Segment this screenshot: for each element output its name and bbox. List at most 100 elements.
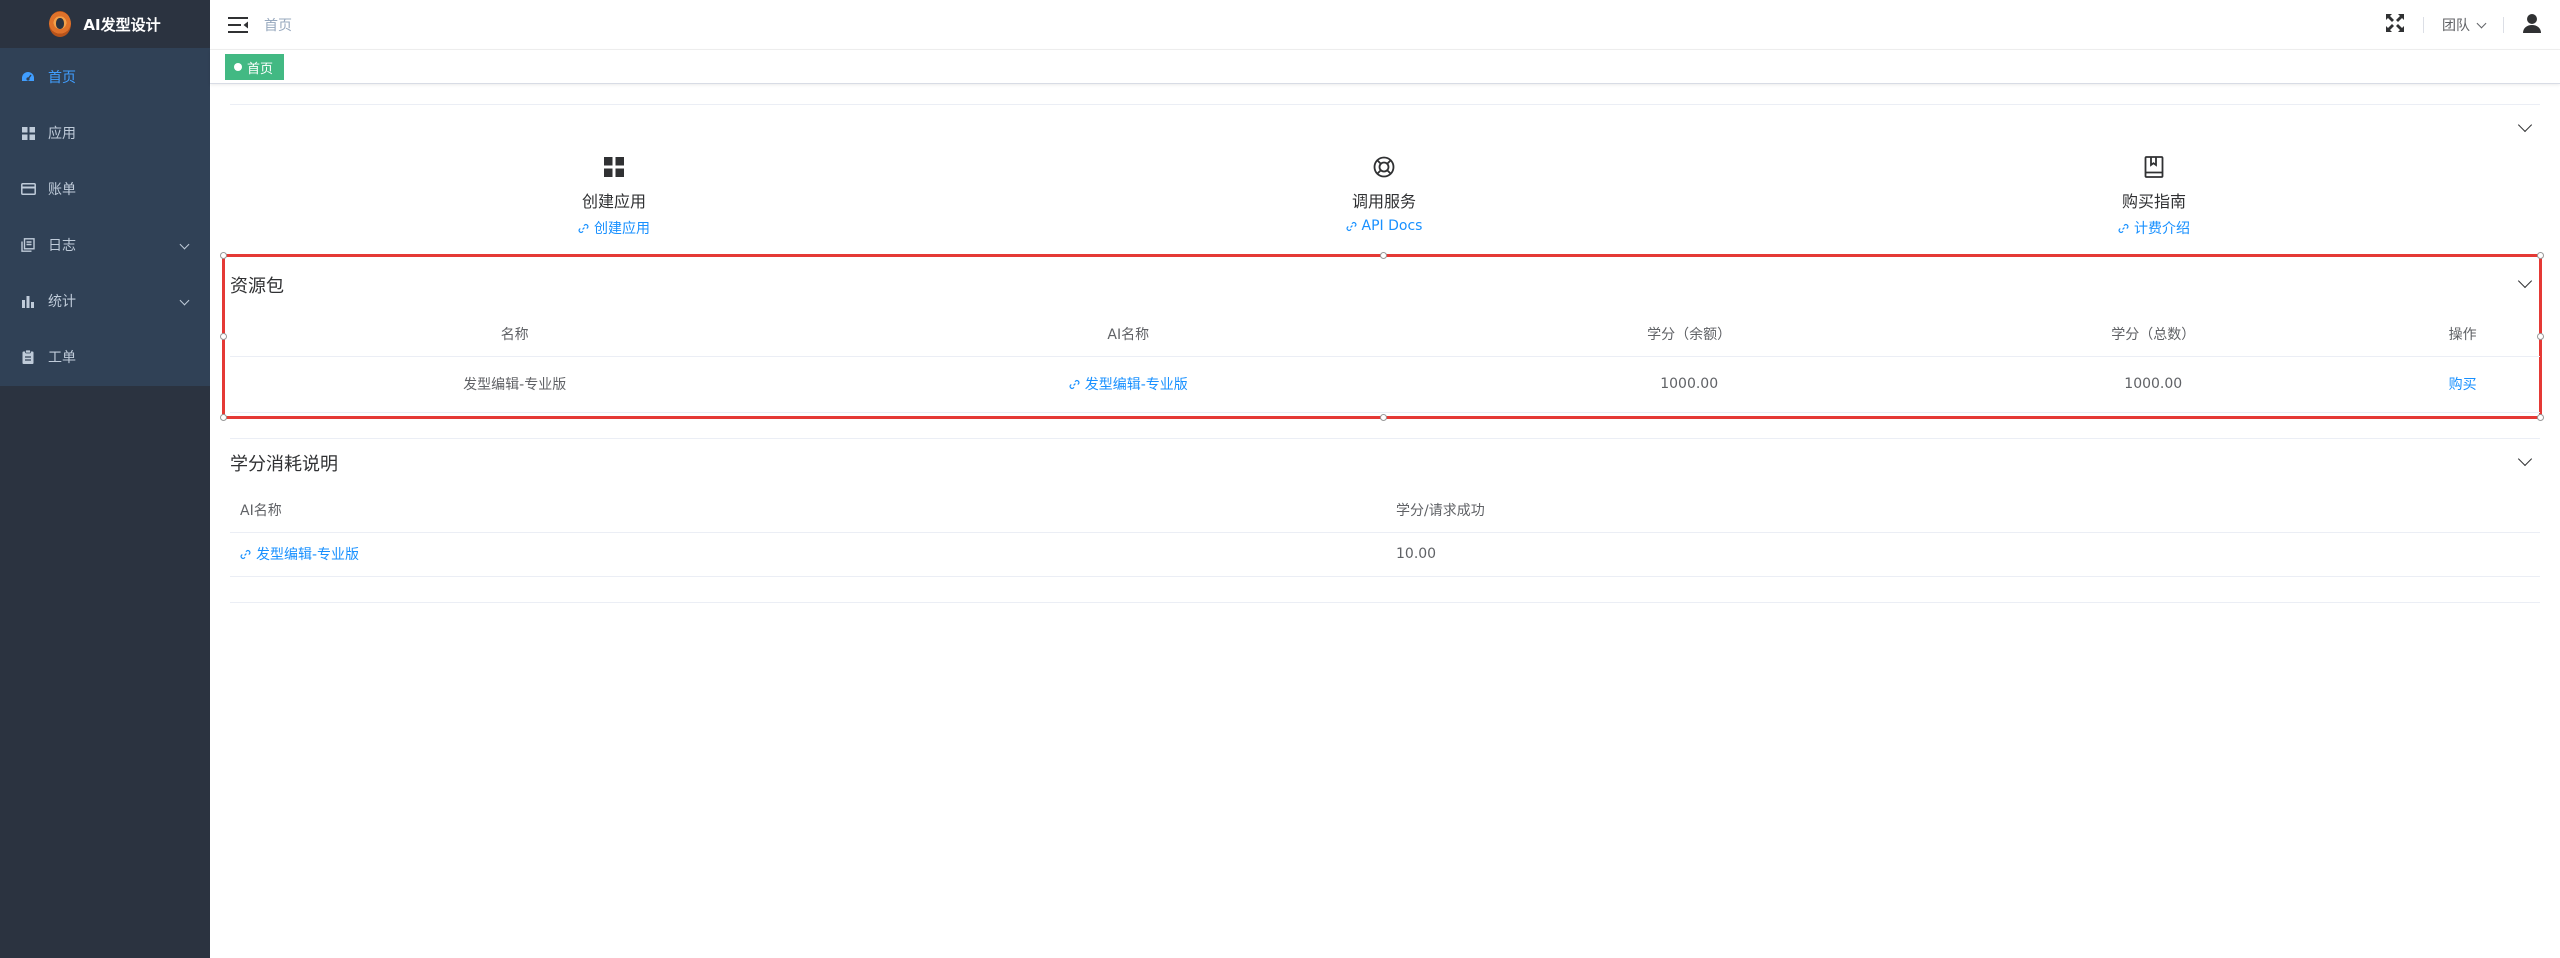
ai-name-link[interactable]: 发型编辑-专业版 [240,544,359,564]
total-cell: 1000.00 [1921,356,2386,413]
logo-icon [49,11,72,37]
app-logo[interactable]: AI发型设计 [0,0,210,48]
sidebar-menu: 首页 应用 账单 日志 统计 工单 [0,48,210,386]
divider [2423,17,2424,33]
resize-handle[interactable] [220,333,227,340]
quick-link-title: 调用服务 [1351,192,1416,211]
documents-icon [20,237,36,253]
table-row: 发型编辑-专业版 发型编辑-专业版 1000.00 1000.00 购买 [230,356,2540,413]
link-label: 创建应用 [594,221,650,237]
ai-name-link[interactable]: 发型编辑-专业版 [1069,374,1188,394]
apps-grid-icon [20,125,36,141]
chevron-down-icon [179,295,190,306]
book-icon [2054,154,2254,180]
sidebar: AI发型设计 首页 应用 账单 日志 统计 工单 [0,0,210,958]
credit-usage-table: AI名称 学分/请求成功 发型编辑-专业版 10.00 [230,488,2540,577]
create-app-link[interactable]: 创建应用 [514,218,714,238]
link-icon [2118,223,2129,233]
credit-card-icon [20,181,36,197]
pack-name: 发型编辑-专业版 [230,356,800,413]
balance-cell: 1000.00 [1457,356,1922,413]
tags-view: 首页 [210,50,2560,84]
api-docs-link[interactable]: API Docs [1284,218,1484,234]
column-header: AI名称 [799,312,1458,357]
tag-label: 首页 [247,61,274,77]
chevron-down-icon [2476,18,2487,28]
lifebuoy-icon [1284,154,1484,180]
fullscreen-icon[interactable] [2385,13,2405,37]
sidebar-item-tickets[interactable]: 工单 [0,329,210,385]
column-header: 学分（总数） [1921,312,2386,357]
pricing-link[interactable]: 计费介绍 [2054,218,2254,238]
link-icon [240,549,251,559]
column-header: 学分（余额） [1457,312,1922,357]
resize-handle[interactable] [1380,252,1387,259]
resize-handle[interactable] [2537,252,2544,259]
column-header: 操作 [2385,312,2540,357]
main-content: 创建应用 创建应用 调用服务 API Docs 购买指南 计费介绍 资源包 名称… [210,84,2560,958]
quick-link-create-app: 创建应用 创建应用 [514,154,714,238]
credit-usage-title: 学分消耗说明 [230,454,338,475]
sidebar-item-billing[interactable]: 账单 [0,161,210,217]
table-header-row: 名称 AI名称 学分（余额） 学分（总数） 操作 [230,312,2540,357]
quick-link-title: 购买指南 [2121,192,2186,211]
table-row: 发型编辑-专业版 10.00 [230,532,2540,577]
column-header: AI名称 [230,488,1386,533]
link-icon [1346,221,1356,231]
team-dropdown[interactable]: 团队 [2442,15,2487,35]
sidebar-item-apps[interactable]: 应用 [0,105,210,161]
resize-handle[interactable] [2537,414,2544,421]
resize-handle[interactable] [220,414,227,421]
tag-home[interactable]: 首页 [225,54,285,80]
column-header: 学分/请求成功 [1386,488,2540,533]
divider [230,438,2540,439]
clipboard-icon [20,349,36,365]
top-navbar: 首页 团队 [210,0,2560,50]
link-icon [1069,379,1080,389]
chevron-down-icon[interactable] [2517,451,2533,467]
user-avatar-icon[interactable] [2522,13,2542,37]
apps-grid-icon [514,154,714,180]
team-label: 团队 [2442,18,2470,34]
link-icon [578,223,589,233]
quick-link-title: 创建应用 [581,192,646,211]
ai-name-cell: 发型编辑-专业版 [230,532,1386,577]
resource-pack-table: 名称 AI名称 学分（余额） 学分（总数） 操作 发型编辑-专业版 发型编辑-专… [230,312,2540,413]
sidebar-item-label: 首页 [48,70,76,86]
dashboard-icon [20,69,36,85]
link-label: API Docs [1361,218,1423,234]
table-header-row: AI名称 学分/请求成功 [230,488,2540,533]
action-cell: 购买 [2385,356,2540,413]
sidebar-item-label: 应用 [48,126,76,142]
hamburger-icon[interactable] [228,15,248,35]
link-label: 发型编辑-专业版 [1084,377,1188,393]
quick-link-buying-guide: 购买指南 计费介绍 [2054,154,2254,238]
sidebar-item-stats[interactable]: 统计 [0,273,210,329]
navbar-actions: 团队 [2385,0,2542,50]
sidebar-item-label: 账单 [48,182,76,198]
column-header: 名称 [230,312,800,357]
quick-link-call-service: 调用服务 API Docs [1284,154,1484,234]
sidebar-item-label: 统计 [48,294,76,310]
active-dot-icon [234,63,242,71]
sidebar-item-home[interactable]: 首页 [0,49,210,105]
ai-name-cell: 发型编辑-专业版 [799,356,1458,413]
sidebar-item-logs[interactable]: 日志 [0,217,210,273]
resource-pack-title: 资源包 [230,276,284,297]
chevron-down-icon [179,239,190,250]
bar-chart-icon [20,293,36,309]
resize-handle[interactable] [220,252,227,259]
breadcrumb[interactable]: 首页 [264,15,292,35]
divider [230,104,2540,105]
app-title: AI发型设计 [83,15,161,34]
credits-cell: 10.00 [1386,532,2540,577]
link-label: 计费介绍 [2134,221,2190,237]
buy-button[interactable]: 购买 [2449,374,2477,394]
divider [2503,17,2504,33]
chevron-down-icon[interactable] [2517,117,2533,133]
sidebar-item-label: 日志 [48,238,76,254]
sidebar-item-label: 工单 [48,350,76,366]
resize-handle[interactable] [1380,414,1387,421]
divider [230,602,2540,603]
link-label: 发型编辑-专业版 [256,547,360,563]
